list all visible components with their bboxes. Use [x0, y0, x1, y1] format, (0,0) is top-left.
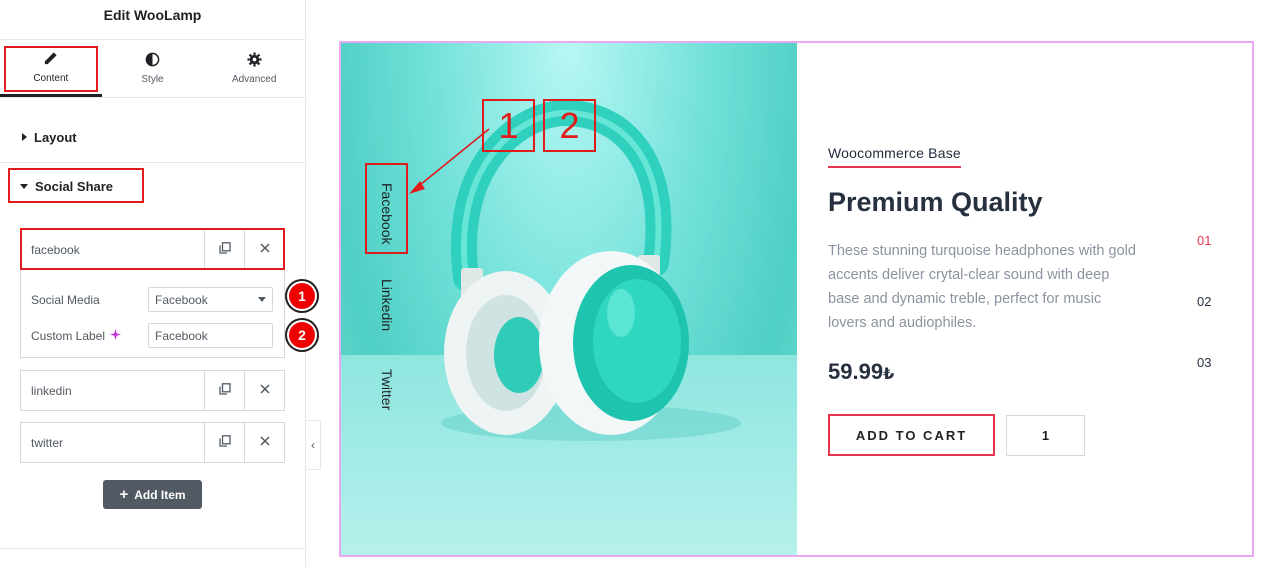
panel-footer-divider [0, 548, 305, 549]
plus-icon: + [119, 486, 129, 503]
copy-icon [218, 434, 231, 452]
tab-content-label: Content [33, 72, 69, 84]
social-media-select[interactable]: Facebook [148, 287, 273, 312]
repeater-item-title[interactable]: linkedin [21, 371, 204, 410]
collapse-panel-button[interactable]: ‹ [306, 420, 321, 470]
remove-button[interactable] [244, 423, 284, 462]
callout-arrow [409, 128, 490, 194]
close-icon [259, 241, 271, 259]
repeater-item-facebook: facebook [20, 229, 285, 270]
remove-button[interactable] [244, 230, 284, 269]
section-layout-label: Layout [34, 129, 77, 145]
section-social-share[interactable]: Social Share [0, 171, 305, 201]
caret-right-icon [22, 133, 27, 141]
slide-number-03[interactable]: 03 [1197, 355, 1211, 370]
slide-number-02[interactable]: 02 [1197, 294, 1211, 309]
tab-style-label: Style [141, 74, 164, 85]
duplicate-button[interactable] [204, 230, 244, 269]
tab-advanced-label: Advanced [231, 74, 277, 85]
price-value: 59.99 [828, 359, 884, 384]
step-badge-1: 1 [285, 279, 319, 313]
tab-advanced[interactable]: Advanced [203, 40, 305, 97]
duplicate-button[interactable] [204, 423, 244, 462]
quantity-input[interactable]: 1 [1006, 415, 1085, 456]
social-media-label-text: Social Media [31, 293, 100, 307]
callout-2: 2 [543, 99, 596, 152]
product-title: Premium Quality [828, 187, 1043, 217]
add-item-button[interactable]: + Add Item [103, 480, 202, 509]
add-item-label: Add Item [134, 487, 186, 502]
close-icon [259, 434, 271, 452]
widget-preview: Facebook Linkedin Twitter 1 2 Woocommerc… [339, 41, 1254, 557]
panel-title: Edit WooLamp [0, 0, 305, 40]
half-circle-icon [145, 52, 160, 70]
section-layout[interactable]: Layout [0, 122, 305, 152]
product-price: 59.99₺ [828, 359, 894, 385]
copy-icon [218, 382, 231, 400]
custom-label-value: Facebook [155, 328, 208, 343]
close-icon [259, 382, 271, 400]
social-media-label: Social Media [31, 293, 100, 307]
panel-tabs: Content Style Advanced [0, 40, 305, 98]
ai-sparkle-icon[interactable] [110, 329, 122, 343]
duplicate-button[interactable] [204, 371, 244, 410]
product-description: These stunning turquoise headphones with… [828, 243, 1136, 331]
add-to-cart-button[interactable]: ADD TO CART [828, 414, 995, 456]
caret-down-icon [20, 183, 28, 189]
tab-content[interactable]: Content [0, 40, 102, 97]
custom-label-label-text: Custom Label [31, 329, 106, 343]
social-link-facebook[interactable]: Facebook [379, 183, 395, 244]
currency-symbol: ₺ [883, 366, 895, 383]
social-link-linkedin[interactable]: Linkedin [379, 279, 395, 331]
gear-icon [247, 52, 262, 70]
repeater-item-title[interactable]: facebook [21, 230, 204, 269]
repeater-item-twitter: twitter [20, 422, 285, 463]
copy-icon [218, 241, 231, 259]
social-link-twitter[interactable]: Twitter [379, 369, 395, 410]
slide-number-01[interactable]: 01 [1197, 233, 1211, 248]
repeater-item-title[interactable]: twitter [21, 423, 204, 462]
custom-label-input[interactable]: Facebook [148, 323, 273, 348]
section-divider [0, 162, 305, 163]
product-kicker: Woocommerce Base [828, 145, 961, 168]
tab-style[interactable]: Style [102, 40, 204, 97]
custom-label-label: Custom Label [31, 329, 122, 343]
step-badge-2: 2 [285, 318, 319, 352]
section-social-share-label: Social Share [35, 178, 114, 194]
remove-button[interactable] [244, 371, 284, 410]
repeater-item-linkedin: linkedin [20, 370, 285, 411]
pencil-icon [43, 51, 58, 69]
social-media-value: Facebook [155, 292, 208, 307]
chevron-left-icon: ‹ [311, 438, 315, 452]
chevron-down-icon [258, 297, 266, 302]
editor-panel: Edit WooLamp Content Style Advanced Layo… [0, 0, 319, 567]
